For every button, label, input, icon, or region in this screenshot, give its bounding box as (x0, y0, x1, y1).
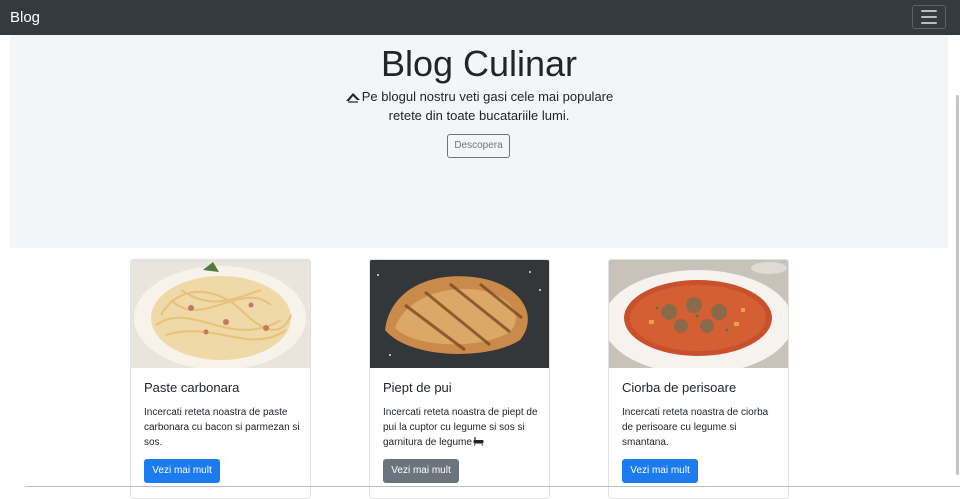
view-more-button[interactable]: Vezi mai mult (144, 459, 220, 483)
hero-lead: Pe blogul nostru veti gasi cele mai popu… (330, 87, 628, 125)
navbar-brand[interactable]: Blog (10, 8, 40, 28)
grilled-chicken-breast-photo (370, 260, 549, 368)
card-title: Piept de pui (383, 380, 452, 395)
card-text-content: Incercati reteta noastra de piept de pui… (383, 407, 538, 448)
divider (25, 486, 960, 487)
hero-lead-text: Pe blogul nostru veti gasi cele mai popu… (361, 89, 614, 123)
bathtub-icon (473, 437, 484, 446)
recipe-card: Ciorba de perisoare Incercati reteta noa… (608, 259, 789, 499)
card-title: Paste carbonara (144, 380, 240, 395)
card-text: Incercati reteta noastra de piept de pui… (383, 405, 539, 450)
scrollbar[interactable] (954, 35, 960, 488)
navbar: Blog (0, 0, 960, 35)
card-text: Incercati reteta noastra de paste carbon… (144, 407, 300, 448)
scrollbar-thumb[interactable] (956, 95, 959, 475)
recipe-card: Piept de pui Incercati reteta noastra de… (369, 259, 550, 499)
meatball-soup-photo (609, 260, 788, 368)
hero-title: Blog Culinar (380, 43, 578, 84)
carbonara-pasta-photo (131, 260, 310, 368)
cooking-hat-icon (345, 93, 360, 103)
discover-button[interactable]: Descopera (447, 134, 510, 158)
hamburger-menu-icon[interactable] (912, 5, 946, 29)
card-text: Incercati reteta noastra de ciorba de pe… (622, 407, 769, 448)
hero-section: Blog Culinar Pe blogul nostru veti gasi … (10, 35, 948, 248)
view-more-button[interactable]: Vezi mai mult (622, 459, 698, 483)
card-title: Ciorba de perisoare (622, 380, 737, 395)
view-more-button[interactable]: Vezi mai mult (383, 459, 459, 483)
recipe-card: Paste carbonara Incercati reteta noastra… (130, 259, 311, 499)
